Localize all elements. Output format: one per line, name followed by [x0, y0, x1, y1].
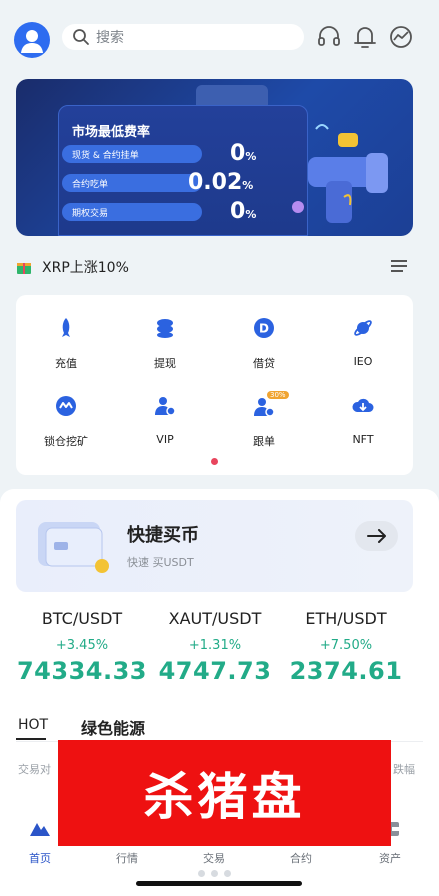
promo-banner[interactable]: 市场最低费率 现货 & 合约挂单 合约吃单 期权交易 0% 0.02% 0% [16, 79, 413, 236]
market-change: +7.50% [319, 638, 373, 653]
market-change: +3.45% [55, 638, 109, 653]
menu-item-deposit[interactable]: 充值 [21, 317, 111, 371]
market-pair: BTC/USDT [41, 609, 123, 628]
market-price: 2374.61 [289, 657, 403, 685]
nav-label: 首页 [29, 852, 51, 865]
banner-title: 市场最低费率 [72, 125, 151, 140]
menu-item-withdraw[interactable]: 提现 [120, 317, 210, 371]
svg-text:D: D [259, 322, 269, 336]
arrow-right-icon [366, 529, 386, 543]
market-btc[interactable]: BTC/USDT +3.45% 74334.33 [12, 609, 152, 685]
market-price: 74334.33 [16, 657, 147, 685]
menu-item-mining[interactable]: 锁仓挖矿 [21, 395, 111, 449]
nav-label: 交易 [203, 852, 225, 865]
card-illustration [38, 522, 109, 573]
rate-value-options: 0% [230, 199, 257, 224]
market-price: 4747.73 [158, 657, 272, 685]
nft-cloud-icon [352, 398, 374, 412]
market-xaut[interactable]: XAUT/USDT +1.31% 4747.73 [145, 609, 285, 685]
menu-item-copy-trade[interactable]: 30% 跟单 [219, 391, 309, 449]
dollar-coin-icon: D [254, 318, 274, 338]
menu-item-loan[interactable]: D 借贷 [219, 317, 309, 371]
column-header-change: 跌幅 [393, 763, 415, 776]
menu-label: 充值 [55, 357, 77, 370]
copy-trade-badge: 30% [267, 391, 289, 399]
nav-label: 行情 [116, 852, 138, 865]
tab-green-energy[interactable]: 绿色能源 [81, 715, 145, 739]
home-indicator[interactable] [136, 881, 302, 886]
nav-label: 资产 [379, 852, 401, 865]
menu-item-nft[interactable]: NFT [318, 395, 408, 446]
top-bar: 搜索 [0, 0, 439, 72]
menu-page-indicator [211, 458, 218, 465]
avatar[interactable] [14, 22, 50, 58]
rate-row-futures: 合约吃单 [62, 174, 202, 192]
planet-icon [354, 320, 372, 336]
rate-value-spot: 0% [230, 141, 257, 166]
coins-icon [157, 319, 173, 338]
list-icon[interactable] [391, 259, 407, 273]
market-pair: ETH/USDT [305, 609, 387, 628]
quick-menu-card: 充值 提现 D 借贷 IEO 锁仓挖矿 VIP 30% 跟单 NFT [16, 295, 413, 475]
menu-label: VIP [156, 433, 174, 446]
tab-hot[interactable]: HOT [18, 717, 48, 733]
warning-overlay-text: 杀猪盘 [143, 768, 306, 826]
menu-label: 跟单 [253, 435, 275, 448]
quick-buy-title: 快捷买币 [127, 525, 199, 546]
rate-row-options: 期权交易 [62, 203, 202, 221]
menu-label: 借贷 [253, 357, 275, 370]
money-gun-illustration [292, 124, 388, 223]
menu-label: IEO [353, 355, 373, 368]
headset-icon[interactable] [316, 24, 342, 50]
rate-row-spot: 现货 & 合约挂单 [62, 145, 202, 163]
market-pair: XAUT/USDT [168, 609, 262, 628]
bell-icon[interactable] [352, 24, 378, 50]
market-change: +1.31% [188, 638, 242, 653]
quick-buy-card[interactable] [16, 500, 413, 592]
tab-active-indicator [16, 738, 46, 740]
market-eth[interactable]: ETH/USDT +7.50% 2374.61 [276, 609, 416, 685]
mining-icon [56, 396, 76, 416]
warning-overlay: 杀猪盘 [58, 740, 391, 846]
menu-item-vip[interactable]: VIP [120, 395, 210, 446]
ticker-text: XRP上涨10% [42, 260, 129, 276]
column-header-pair: 交易对 [18, 763, 51, 776]
user-icon [21, 30, 43, 53]
home-mountain-icon [30, 823, 50, 836]
quick-buy-subtitle: 快速 买USDT [127, 556, 194, 569]
search-input[interactable]: 搜索 [62, 24, 304, 50]
rocket-icon [62, 318, 70, 337]
news-ticker[interactable]: XRP上涨10% [16, 254, 413, 280]
quick-buy-arrow-button[interactable] [355, 521, 398, 551]
carousel-dots [198, 870, 231, 877]
search-placeholder: 搜索 [96, 30, 124, 46]
menu-label: 提现 [154, 357, 176, 370]
rate-value-futures: 0.02% [188, 170, 254, 195]
menu-label: NFT [352, 433, 374, 446]
nav-label: 合约 [290, 852, 312, 865]
menu-item-ieo[interactable]: IEO [318, 317, 408, 368]
search-icon [73, 29, 89, 45]
menu-label: 锁仓挖矿 [44, 435, 88, 448]
globe-chart-icon[interactable] [388, 24, 414, 50]
vip-user-icon [155, 397, 176, 416]
gift-icon [17, 263, 31, 274]
